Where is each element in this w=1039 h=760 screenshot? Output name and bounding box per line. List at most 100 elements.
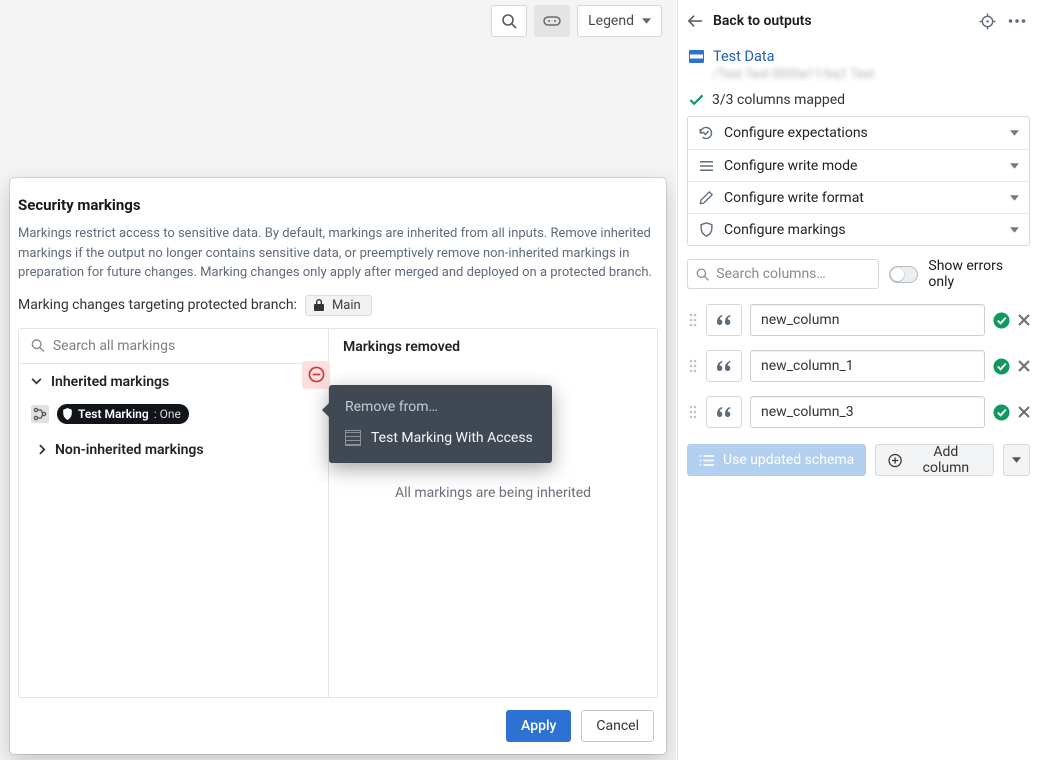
shield-icon — [700, 222, 713, 237]
markings-right-pane: Markings removed Remove from… Test Marki… — [329, 329, 657, 698]
add-column-button[interactable]: Add column — [875, 444, 994, 476]
config-item-write-mode[interactable]: Configure write mode — [688, 149, 1029, 181]
caret-down-icon — [1010, 195, 1019, 201]
legend-label: Legend — [588, 13, 634, 29]
back-label: Back to outputs — [713, 13, 812, 29]
column-search-row: Show errors only — [687, 258, 1030, 290]
config-label: Configure write mode — [724, 158, 857, 174]
panel-header: Back to outputs — [687, 6, 1030, 36]
pencil-icon — [699, 190, 714, 205]
all-inherited-message: All markings are being inherited — [329, 485, 657, 501]
search-icon — [696, 267, 709, 282]
config-label: Configure expectations — [724, 125, 868, 141]
updated-schema-label: Use updated schema — [723, 452, 854, 468]
grip-icon[interactable] — [687, 405, 698, 419]
search-columns-box[interactable] — [687, 259, 879, 289]
config-label: Configure markings — [724, 222, 846, 238]
remove-from-context-menu: Remove from… Test Marking With Access — [329, 385, 552, 463]
column-name-input[interactable] — [750, 304, 985, 336]
column-type-button[interactable] — [706, 304, 742, 336]
search-icon — [501, 13, 517, 29]
config-label: Configure write format — [724, 190, 864, 206]
search-markings-input[interactable] — [53, 338, 316, 354]
search-columns-input[interactable] — [716, 266, 870, 282]
caret-down-icon — [642, 18, 651, 24]
branch-tag[interactable]: Main — [305, 295, 372, 316]
check-circle-icon — [993, 404, 1010, 421]
inherited-markings-header[interactable]: Inherited markings — [19, 364, 328, 400]
column-ok-icon — [993, 358, 1010, 375]
chevron-right-icon — [39, 444, 46, 455]
legend-button[interactable]: Legend — [577, 5, 662, 37]
quote-icon — [717, 407, 731, 418]
inherited-header-label: Inherited markings — [51, 374, 169, 390]
link-icon — [543, 16, 561, 26]
search-markings-box[interactable] — [19, 329, 328, 364]
column-delete-button[interactable] — [1018, 314, 1030, 326]
column-actions: Use updated schema Add column — [687, 444, 1030, 476]
popover-title: Security markings — [18, 196, 658, 214]
more-horizontal-icon — [1008, 19, 1026, 23]
column-type-button[interactable] — [706, 396, 742, 428]
canvas-area: Legend Security markings Markings restri… — [0, 0, 676, 760]
canvas-toolbar: Legend — [491, 5, 662, 37]
context-menu-title: Remove from… — [329, 395, 552, 423]
list-icon — [699, 160, 714, 172]
grip-icon[interactable] — [687, 359, 698, 373]
target-button[interactable] — [974, 8, 1000, 34]
column-type-button[interactable] — [706, 350, 742, 382]
column-name-input[interactable] — [750, 350, 985, 382]
dataset-name[interactable]: Test Data — [713, 48, 775, 65]
caret-down-icon — [1010, 227, 1019, 233]
quote-icon — [717, 315, 731, 326]
remove-circle-icon — [308, 366, 325, 383]
errors-only-toggle[interactable] — [889, 266, 918, 283]
context-menu-item-label: Test Marking With Access — [371, 430, 533, 446]
non-inherited-markings-header[interactable]: Non-inherited markings — [19, 432, 328, 468]
config-list: Configure expectations Configure write m… — [687, 116, 1030, 246]
config-item-write-format[interactable]: Configure write format — [688, 181, 1029, 213]
column-row — [687, 396, 1030, 428]
branch-row: Marking changes targeting protected bran… — [18, 295, 658, 316]
column-row — [687, 304, 1030, 336]
cancel-button[interactable]: Cancel — [581, 710, 654, 742]
popover-description: Markings restrict access to sensitive da… — [18, 224, 658, 283]
list-icon — [699, 454, 715, 467]
grip-icon[interactable] — [687, 313, 698, 327]
column-name-input[interactable] — [750, 396, 985, 428]
column-delete-button[interactable] — [1018, 406, 1030, 418]
apply-button[interactable]: Apply — [506, 710, 571, 742]
column-delete-button[interactable] — [1018, 360, 1030, 372]
remove-marking-button[interactable] — [302, 361, 330, 389]
quote-icon — [717, 361, 731, 372]
config-item-expectations[interactable]: Configure expectations — [688, 117, 1029, 149]
lock-icon — [312, 298, 326, 312]
caret-down-icon — [1010, 163, 1019, 169]
branch-label: Marking changes targeting protected bran… — [18, 297, 297, 313]
column-rows — [687, 304, 1030, 428]
search-icon — [31, 338, 45, 353]
dataset-path: /Test Test 0000a11/bq1 Test — [713, 67, 1030, 82]
check-icon — [689, 94, 704, 106]
search-button[interactable] — [491, 5, 527, 37]
column-ok-icon — [993, 312, 1010, 329]
branch-name: Main — [332, 298, 361, 313]
use-updated-schema-button[interactable]: Use updated schema — [687, 444, 866, 476]
context-menu-item[interactable]: Test Marking With Access — [329, 423, 552, 453]
columns-mapped-row: 3/3 columns mapped — [687, 92, 1030, 108]
config-item-markings[interactable]: Configure markings — [688, 213, 1029, 245]
arrow-left-icon — [687, 14, 703, 28]
columns-mapped-label: 3/3 columns mapped — [712, 92, 845, 108]
dataset-icon — [345, 430, 361, 446]
back-to-outputs[interactable]: Back to outputs — [687, 13, 812, 29]
marking-tag[interactable]: Test Marking: One — [57, 404, 189, 424]
branch-connector-icon — [31, 405, 49, 423]
output-panel: Back to outputs Test Data /Test Test 000… — [677, 0, 1039, 760]
more-menu-button[interactable] — [1004, 8, 1030, 34]
check-circle-icon — [993, 312, 1010, 329]
refresh-check-icon — [698, 125, 714, 141]
markings-body: Inherited markings Test Marking: One Non… — [18, 328, 658, 699]
link-toggle-button[interactable] — [534, 5, 570, 37]
add-column-more-button[interactable] — [1003, 444, 1030, 476]
noninherited-header-label: Non-inherited markings — [55, 442, 204, 458]
